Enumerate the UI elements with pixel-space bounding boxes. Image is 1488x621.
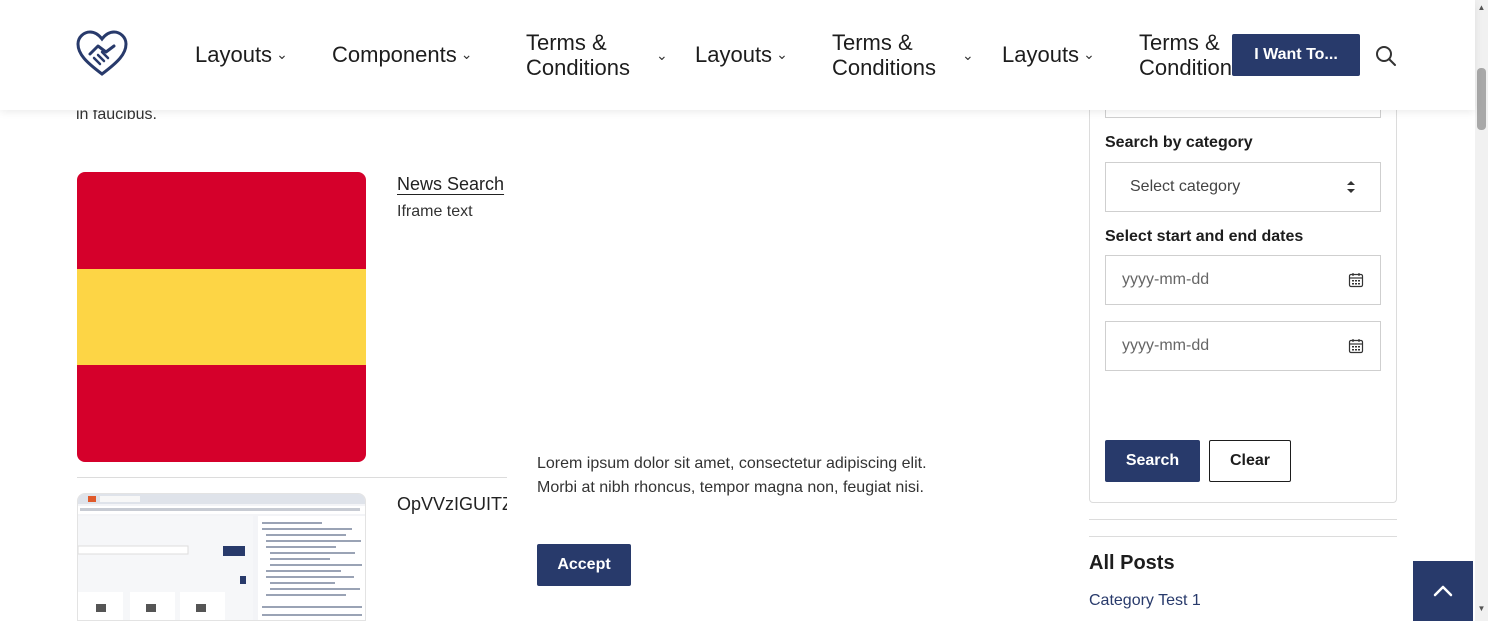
category-link[interactable]: Category Test 1	[1089, 592, 1201, 610]
nav-label: Layouts	[695, 42, 773, 67]
nav-layouts-1[interactable]: Layouts ⌄	[195, 42, 288, 67]
search-button[interactable]: Search	[1105, 440, 1200, 482]
nav-terms-2[interactable]: Terms & Conditions ⌄	[832, 30, 974, 80]
chevron-down-icon: ⌄	[776, 46, 788, 62]
post-title-link[interactable]: OpVVzIGUITZ	[397, 494, 513, 515]
end-date-placeholder: yyyy-mm-dd	[1122, 337, 1210, 354]
post-thumbnail-screenshot[interactable]	[77, 493, 366, 621]
flag-stripe-red	[77, 365, 366, 462]
site-header: Layouts ⌄ Components ⌄ Terms & Condition…	[0, 0, 1475, 110]
sidebar-divider	[1089, 519, 1397, 520]
cookie-banner: Lorem ipsum dolor sit amet, consectetur …	[507, 440, 967, 621]
calendar-icon[interactable]	[1348, 338, 1364, 354]
start-date-input[interactable]: yyyy-mm-dd	[1105, 255, 1381, 305]
start-date-placeholder: yyyy-mm-dd	[1122, 271, 1210, 288]
cookie-text: Lorem ipsum dolor sit amet, consectetur …	[537, 455, 927, 496]
category-select[interactable]: Select category	[1105, 162, 1381, 212]
nav-label: Components	[332, 42, 457, 67]
dates-label: Select start and end dates	[1105, 228, 1304, 245]
back-to-top-button[interactable]	[1413, 561, 1473, 621]
scrollbar-thumb[interactable]	[1477, 68, 1486, 130]
search-icon[interactable]	[1374, 44, 1398, 68]
post-title-link[interactable]: News Search	[397, 174, 504, 195]
nav-label: Terms & Conditions	[832, 30, 936, 80]
nav-terms-1[interactable]: Terms & Conditions ⌄	[526, 30, 668, 80]
handshake-heart-logo[interactable]	[76, 30, 128, 78]
chevron-up-icon	[1433, 585, 1453, 597]
select-caret-icon	[1347, 181, 1355, 193]
post-subtitle: Iframe text	[397, 203, 473, 220]
sidebar-divider	[1089, 536, 1397, 537]
nav-label: Layouts	[1002, 42, 1080, 67]
chevron-down-icon: ⌄	[460, 46, 473, 62]
all-posts-heading: All Posts	[1089, 552, 1175, 574]
nav-layouts-3[interactable]: Layouts ⌄	[1002, 42, 1095, 67]
scroll-up-arrow-icon[interactable]: ▲	[1476, 2, 1487, 13]
clear-button[interactable]: Clear	[1209, 440, 1291, 482]
accept-cookies-button[interactable]: Accept	[537, 544, 631, 586]
scroll-down-arrow-icon[interactable]: ▼	[1476, 603, 1487, 614]
nav-label: Terms & Conditions	[526, 30, 630, 80]
nav-components[interactable]: Components ⌄	[332, 42, 472, 67]
chevron-down-icon: ⌄	[276, 46, 288, 62]
chevron-down-icon: ⌄	[962, 46, 974, 63]
calendar-icon[interactable]	[1348, 272, 1364, 288]
end-date-input[interactable]: yyyy-mm-dd	[1105, 321, 1381, 371]
flag-stripe-red	[77, 172, 366, 269]
nav-label: Layouts	[195, 42, 273, 67]
post-thumbnail-flag[interactable]	[77, 172, 366, 462]
category-select-value: Select category	[1130, 178, 1241, 195]
screenshot-thumbnail-graphic	[78, 494, 365, 620]
nav-layouts-2[interactable]: Layouts ⌄	[695, 42, 788, 67]
category-label: Search by category	[1105, 134, 1253, 151]
chevron-down-icon: ⌄	[656, 46, 668, 63]
flag-stripe-yellow	[77, 269, 366, 365]
post-divider	[77, 477, 507, 478]
i-want-to-button[interactable]: I Want To...	[1232, 34, 1360, 76]
chevron-down-icon: ⌄	[1083, 46, 1095, 62]
